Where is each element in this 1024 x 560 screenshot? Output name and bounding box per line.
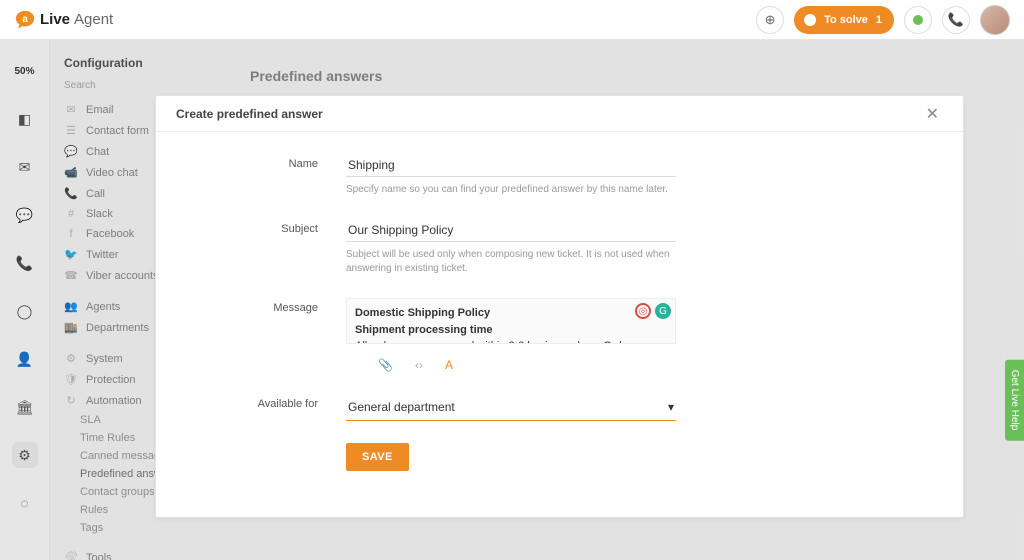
svg-text:a: a xyxy=(22,13,28,24)
msg-line3: All orders are processed within 2-3 busi… xyxy=(355,340,656,344)
label-name: Name xyxy=(196,154,346,170)
assist-record-icon[interactable]: ◎ xyxy=(635,303,651,319)
available-for-value: General department xyxy=(348,400,455,414)
label-available-for: Available for xyxy=(196,394,346,410)
modal-header: Create predefined answer ✕ xyxy=(156,96,963,132)
solve-dot-icon xyxy=(804,14,816,26)
grammarly-icon[interactable]: G xyxy=(655,303,671,319)
msg-line1: Domestic Shipping Policy xyxy=(355,307,490,319)
brand-word-thin: Agent xyxy=(74,11,113,28)
modal-body: Name Specify name so you can find your p… xyxy=(156,132,963,517)
name-help-text: Specify name so you can find your predef… xyxy=(346,183,676,197)
brand-word-bold: Live xyxy=(40,11,70,28)
label-message: Message xyxy=(196,298,346,314)
save-button[interactable]: SAVE xyxy=(346,443,409,471)
format-icon[interactable]: A xyxy=(445,358,453,372)
row-subject: Subject Subject will be used only when c… xyxy=(196,219,923,276)
available-for-select[interactable]: General department ▾ xyxy=(346,394,676,421)
row-actions: SAVE xyxy=(196,443,923,471)
chat-status-button[interactable] xyxy=(904,6,932,34)
brand-logo[interactable]: a LiveAgent xyxy=(14,9,113,31)
subject-input[interactable] xyxy=(346,219,676,242)
row-name: Name Specify name so you can find your p… xyxy=(196,154,923,197)
user-avatar[interactable] xyxy=(980,5,1010,35)
msg-line2: Shipment processing time xyxy=(355,324,493,336)
get-live-help-tab[interactable]: Get Live Help xyxy=(1005,360,1024,441)
topbar: a LiveAgent ⊕ To solve 1 📞 xyxy=(0,0,1024,40)
row-available-for: Available for General department ▾ xyxy=(196,394,923,421)
modal-title: Create predefined answer xyxy=(176,107,323,121)
solve-count: 1 xyxy=(876,14,882,26)
message-editor[interactable]: ◎ G Domestic Shipping Policy Shipment pr… xyxy=(346,298,676,344)
chat-status-dot-icon xyxy=(913,15,923,25)
solve-label: To solve xyxy=(824,14,868,26)
row-message: Message ◎ G Domestic Shipping Policy Shi… xyxy=(196,298,923,372)
call-status-button[interactable]: 📞 xyxy=(942,6,970,34)
code-icon[interactable]: ‹› xyxy=(415,358,423,372)
label-subject: Subject xyxy=(196,219,346,235)
subject-help-text: Subject will be used only when composing… xyxy=(346,248,676,276)
topbar-right: ⊕ To solve 1 📞 xyxy=(756,5,1010,35)
name-input[interactable] xyxy=(346,154,676,177)
brand-logo-mark: a xyxy=(14,9,36,31)
phone-icon: 📞 xyxy=(948,12,964,28)
to-solve-pill[interactable]: To solve 1 xyxy=(794,6,894,34)
message-toolbar: 📎 ‹› A xyxy=(346,358,676,372)
add-button[interactable]: ⊕ xyxy=(756,6,784,34)
attach-icon[interactable]: 📎 xyxy=(378,358,393,372)
close-icon[interactable]: ✕ xyxy=(922,100,943,128)
chevron-down-icon: ▾ xyxy=(668,400,674,414)
create-predefined-answer-modal: Create predefined answer ✕ Name Specify … xyxy=(155,95,964,518)
plus-icon: ⊕ xyxy=(765,12,776,28)
